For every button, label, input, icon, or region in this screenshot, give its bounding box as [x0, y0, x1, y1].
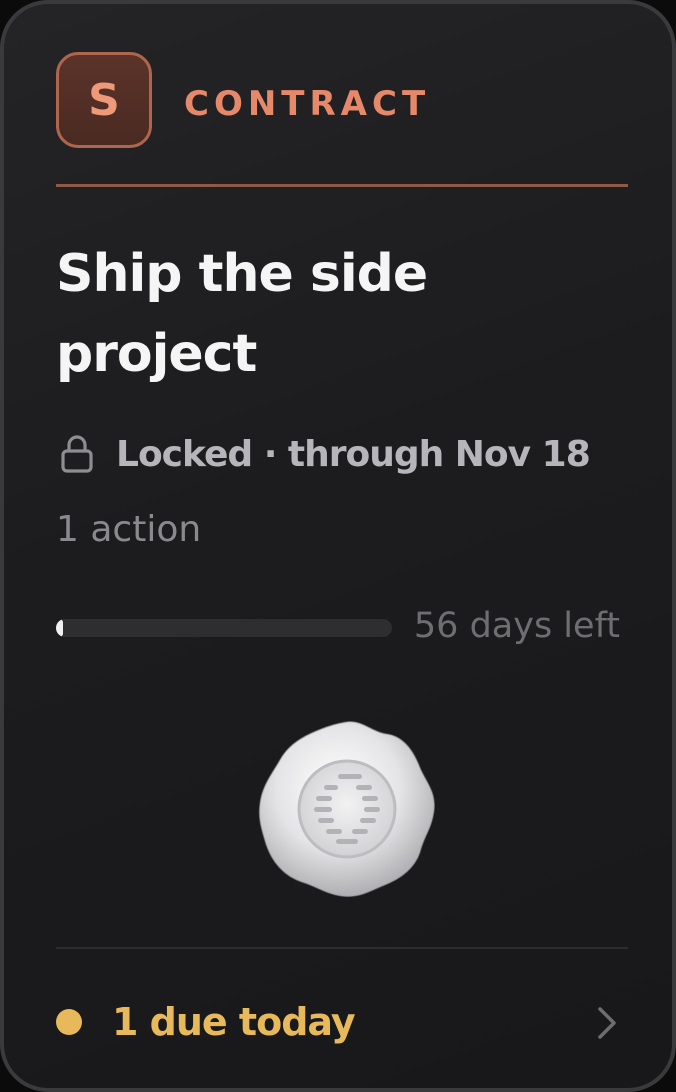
contract-badge: S — [56, 52, 152, 148]
card-title: Ship the side project — [56, 244, 428, 384]
due-footer[interactable]: 1 due today — [56, 996, 628, 1048]
wax-seal-icon — [258, 721, 435, 898]
progress-fill — [56, 619, 63, 637]
header-divider — [56, 184, 628, 187]
badge-letter: S — [88, 74, 120, 126]
due-indicator-dot — [56, 1009, 82, 1035]
lock-status-text: Locked · through Nov 18 — [116, 433, 591, 475]
chevron-right-icon[interactable] — [596, 1006, 618, 1040]
due-text: 1 due today — [112, 1000, 356, 1044]
lock-status: Locked · through Nov 18 — [60, 428, 591, 480]
card-type-label: CONTRACT — [184, 84, 431, 124]
progress-bar — [56, 619, 392, 637]
lock-icon — [61, 435, 93, 473]
contract-card[interactable]: S CONTRACT Ship the side project Locked … — [0, 0, 676, 1092]
footer-divider — [56, 947, 628, 949]
action-count: 1 action — [56, 509, 202, 550]
days-left-label: 56 days left — [413, 606, 620, 646]
